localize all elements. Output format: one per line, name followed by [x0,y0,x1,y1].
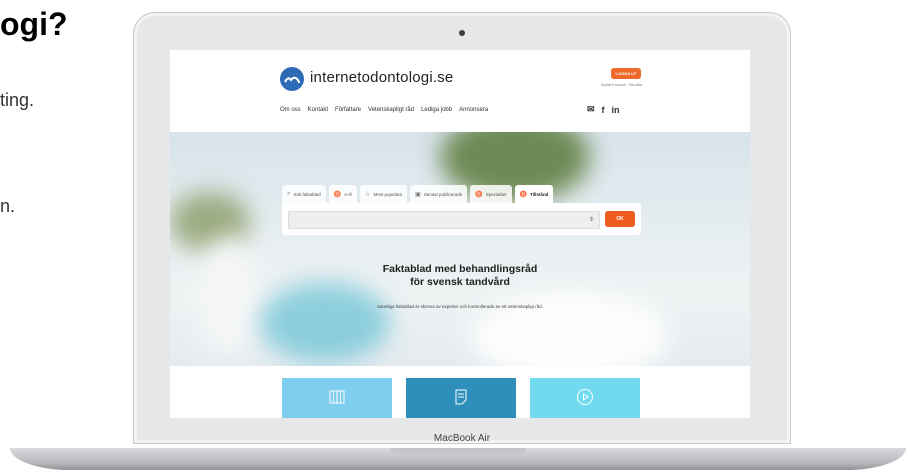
page-heading: ogi? [0,6,68,42]
tab-label: Specialitet [485,191,507,197]
tab-senast-publicerade[interactable]: ▣ Senast publicerade [410,185,468,203]
search-tabs: ⌕ Sök faktablad ♉ A-Ö ☆ Mest populära ▣ … [282,185,554,203]
hero-section: ⌕ Sök faktablad ♉ A-Ö ☆ Mest populära ▣ … [170,132,750,366]
ok-button[interactable]: OK [605,211,635,227]
tab-sok-faktablad[interactable]: ⌕ Sök faktablad [282,185,326,203]
nav-item-kontakt[interactable]: Kontakt [308,107,328,113]
laptop-screen: internetodontologi.se LOGGA UT Sophie Er… [170,50,750,418]
feature-card-document[interactable] [406,378,516,418]
logo-icon[interactable] [280,67,304,91]
social-links: ✉ f in [587,104,620,115]
search-panel: ⇕ OK [282,203,641,235]
laptop-base-notch [390,448,526,454]
tab-label: A-Ö [344,191,353,197]
hero-background-mask [260,282,390,362]
tab-a-o[interactable]: ♉ A-Ö [328,185,358,203]
hero-subtitle: Samtliga faktablad är skrivna av experte… [376,304,544,309]
book-icon [329,390,345,404]
nav-item-annonsera[interactable]: Annonsera [459,107,488,113]
facebook-icon[interactable]: f [602,105,605,115]
tab-specialitet[interactable]: ♉ Specialitet [470,185,512,203]
laptop-brand-label: MacBook Air [433,433,491,444]
star-icon: ☆ [365,191,371,198]
main-nav: Om oss Kontakt Författare Vetenskapligt … [280,107,488,113]
tab-label: Senast publicerade [423,191,463,197]
camera-icon [459,30,465,36]
email-icon[interactable]: ✉ [587,104,595,115]
page-text: ting. [0,90,35,110]
tab-mest-populara[interactable]: ☆ Mest populära [360,185,408,203]
tab-label: Mest populära [373,191,403,197]
linkedin-icon[interactable]: in [612,105,620,115]
hero-title: Faktablad med behandlingsråd för svensk … [170,263,750,289]
site-header: internetodontologi.se LOGGA UT Sophie Er… [170,50,750,132]
page-text: n. [0,196,16,216]
tab-tillstand[interactable]: ♉ Tillstånd [514,185,554,203]
feature-card-book[interactable] [282,378,392,418]
condition-select[interactable]: ⇕ [288,211,600,229]
document-icon [455,389,467,405]
tooth-icon: ♉ [475,191,483,198]
hero-title-line: Faktablad med behandlingsråd [382,263,538,275]
play-icon [577,389,593,405]
nav-item-om-oss[interactable]: Om oss [280,107,301,113]
nav-item-lediga-jobb[interactable]: Lediga jobb [421,107,452,113]
logout-button[interactable]: LOGGA UT [611,68,641,79]
search-icon: ⌕ [287,190,291,197]
tab-label: Sök faktablad [293,191,321,197]
tooth-icon: ♉ [519,191,528,198]
select-arrows-icon: ⇕ [588,217,594,223]
feature-card-video[interactable] [530,378,640,418]
hero-background-pot [198,237,258,357]
user-link[interactable]: Sophie Ericsson · Min sida [566,83,642,87]
logo-text[interactable]: internetodontologi.se [310,69,453,86]
logo-tooth-icon [284,76,300,84]
tab-label: Tillstånd [530,191,549,197]
nav-item-forfattare[interactable]: Författare [335,107,361,113]
tooth-icon: ♉ [333,191,342,198]
calendar-icon: ▣ [415,191,421,198]
hero-title-line: för svensk tandvård [410,276,510,288]
feature-cards [170,366,750,418]
nav-item-vetenskapligt-rad[interactable]: Vetenskapligt råd [368,107,414,113]
